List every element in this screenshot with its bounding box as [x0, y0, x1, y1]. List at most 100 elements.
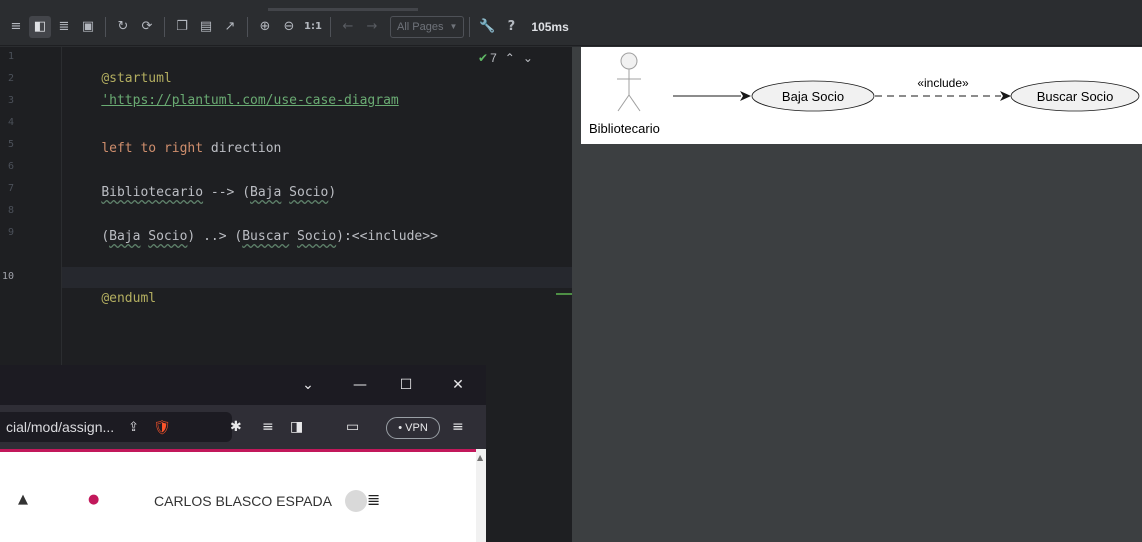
browser-toolbar: cial/mod/assign... ⇪ 🛡 ✱ ≡ ◨ ▭ • VPN ≡	[0, 405, 486, 449]
minimize-icon[interactable]: —	[334, 365, 386, 405]
progress-indicator	[268, 8, 418, 11]
zoom-out-icon[interactable]: ⊖	[278, 16, 300, 38]
check-icon: ✔	[478, 51, 489, 65]
code-token: --> (	[203, 185, 251, 200]
code-token: )	[328, 185, 337, 200]
forward-arrow-icon[interactable]: →	[361, 16, 383, 38]
editor-only-icon[interactable]: ≡	[5, 16, 27, 38]
scrollbar[interactable]: ▲	[476, 449, 486, 542]
playlist-icon[interactable]: ≡	[262, 417, 274, 437]
code-token: right	[163, 141, 204, 156]
back-arrow-icon[interactable]: ←	[337, 16, 359, 38]
code-token: @enduml	[101, 291, 157, 306]
preview-toolbar: ≡ ◧ ≣ ▣ ↻ ⟳ ❐ ▤ ↗ ⊕ ⊖ 1:1 ← → All Pages …	[0, 8, 1142, 46]
code-token: Buscar	[242, 229, 290, 244]
browser-window[interactable]: ⌄ — ☐ ✕ cial/mod/assign... ⇪ 🛡 ✱ ≡ ◨ ▭ •…	[0, 365, 486, 542]
include-label: «include»	[917, 76, 969, 90]
refresh-icon[interactable]: ↻	[112, 16, 134, 38]
line-number: 7	[8, 183, 15, 194]
pages-select[interactable]: All Pages ▼	[390, 15, 465, 38]
code-token: Baja	[250, 185, 282, 200]
diagram-preview-pane[interactable]: Bibliotecario Baja Socio «include» Busca…	[572, 47, 1142, 542]
code-token: Socio	[148, 229, 188, 244]
code-token: Baja	[109, 229, 141, 244]
browser-titlebar[interactable]: ⌄ — ☐ ✕	[0, 365, 486, 405]
pages-select-value: All Pages	[397, 20, 444, 33]
page-content: ▲ ● CARLOS BLASCO ESPADA ≣	[0, 452, 476, 542]
brave-shield-icon[interactable]: 🛡	[153, 419, 171, 436]
extensions-icon[interactable]: ✱	[230, 417, 242, 437]
code-line-6: Bibliotecario --> (Baja Socio)	[70, 161, 336, 200]
address-bar[interactable]: cial/mod/assign... ⇪ 🛡	[0, 412, 232, 442]
line-number: 4	[8, 117, 15, 128]
list-view-icon[interactable]: ≣	[53, 16, 75, 38]
wallet-icon[interactable]: ▭	[346, 417, 359, 437]
share-icon[interactable]: ⇪	[128, 419, 139, 435]
toolbar-divider	[469, 16, 471, 37]
line-number: 1	[8, 51, 15, 62]
sidebar-icon[interactable]: ◨	[290, 417, 303, 437]
chevron-up-icon[interactable]: ⌃	[505, 51, 515, 65]
toolbar-divider	[247, 16, 248, 37]
zoom-in-icon[interactable]: ⊕	[254, 16, 276, 38]
code-comment-url[interactable]: 'https://plantuml.com/use-case-diagram	[101, 93, 398, 108]
address-text: cial/mod/assign...	[6, 419, 115, 435]
code-line-10: @enduml	[70, 267, 156, 306]
split-view-icon[interactable]: ◧	[29, 15, 51, 38]
actor-label: Bibliotecario	[589, 121, 660, 136]
chevron-down-icon[interactable]: ⌄	[282, 365, 334, 405]
line-number: 6	[8, 161, 15, 172]
toolbar-divider	[164, 16, 165, 37]
code-token: Bibliotecario	[101, 185, 204, 200]
chevron-down-icon[interactable]: ⌄	[523, 51, 533, 65]
code-line-1: @startuml	[70, 47, 171, 86]
user-menu-icon[interactable]: ≣	[367, 490, 380, 509]
arrowhead-icon	[740, 91, 751, 101]
code-token: Socio	[289, 185, 329, 200]
line-number: 2	[8, 73, 15, 84]
user-name[interactable]: CARLOS BLASCO ESPADA	[154, 493, 332, 509]
usecase-label-baja: Baja Socio	[782, 89, 844, 104]
usecase-label-buscar: Buscar Socio	[1037, 89, 1114, 104]
code-token: ) ..> (	[187, 229, 243, 244]
code-token: direction	[203, 141, 282, 156]
line-number: 9	[8, 227, 15, 238]
image-view-icon[interactable]: ▣	[77, 16, 99, 38]
render-time: 105ms	[531, 19, 569, 34]
wrench-icon[interactable]: 🔧	[476, 16, 498, 38]
scroll-up-icon[interactable]: ▲	[477, 453, 483, 462]
change-marker	[556, 293, 572, 295]
sync-icon[interactable]: ⟳	[136, 16, 158, 38]
code-token: ):<<include>>	[336, 229, 438, 244]
menu-icon[interactable]: ≡	[452, 417, 464, 437]
line-number: 8	[8, 205, 15, 216]
code-line-2: 'https://plantuml.com/use-case-diagram	[70, 69, 398, 108]
chevron-down-icon: ▼	[449, 22, 458, 31]
maximize-icon[interactable]: ☐	[380, 365, 432, 405]
close-icon[interactable]: ✕	[432, 365, 484, 405]
avatar[interactable]	[345, 490, 367, 512]
vpn-button[interactable]: • VPN	[386, 417, 440, 439]
code-line-4: left to right direction	[70, 117, 281, 156]
save-icon[interactable]: ▤	[195, 16, 217, 38]
code-token: (	[101, 229, 110, 244]
external-open-icon[interactable]: ↗	[219, 16, 241, 38]
toolbar-divider	[105, 16, 106, 37]
code-line-8: (Baja Socio) ..> (Buscar Socio):<<includ…	[70, 205, 438, 244]
inspection-count: 7	[490, 51, 497, 65]
help-button[interactable]: ?	[500, 16, 522, 38]
zoom-reset-button[interactable]: 1:1	[302, 16, 324, 38]
line-number: 5	[8, 139, 15, 150]
actor-figure	[617, 52, 641, 112]
code-token: Socio	[297, 229, 337, 244]
use-case-diagram: Bibliotecario Baja Socio «include» Busca…	[581, 47, 1142, 144]
notifications-bell-icon[interactable]: ▲	[18, 492, 28, 507]
toolbar-divider	[330, 16, 331, 37]
line-number-current: 10	[2, 271, 15, 282]
inspection-widget[interactable]: ✔ 7 ⌃ ⌄	[478, 51, 533, 65]
code-token: left to	[101, 141, 164, 156]
copy-icon[interactable]: ❐	[171, 16, 193, 38]
messages-chat-icon[interactable]: ●	[88, 492, 99, 507]
